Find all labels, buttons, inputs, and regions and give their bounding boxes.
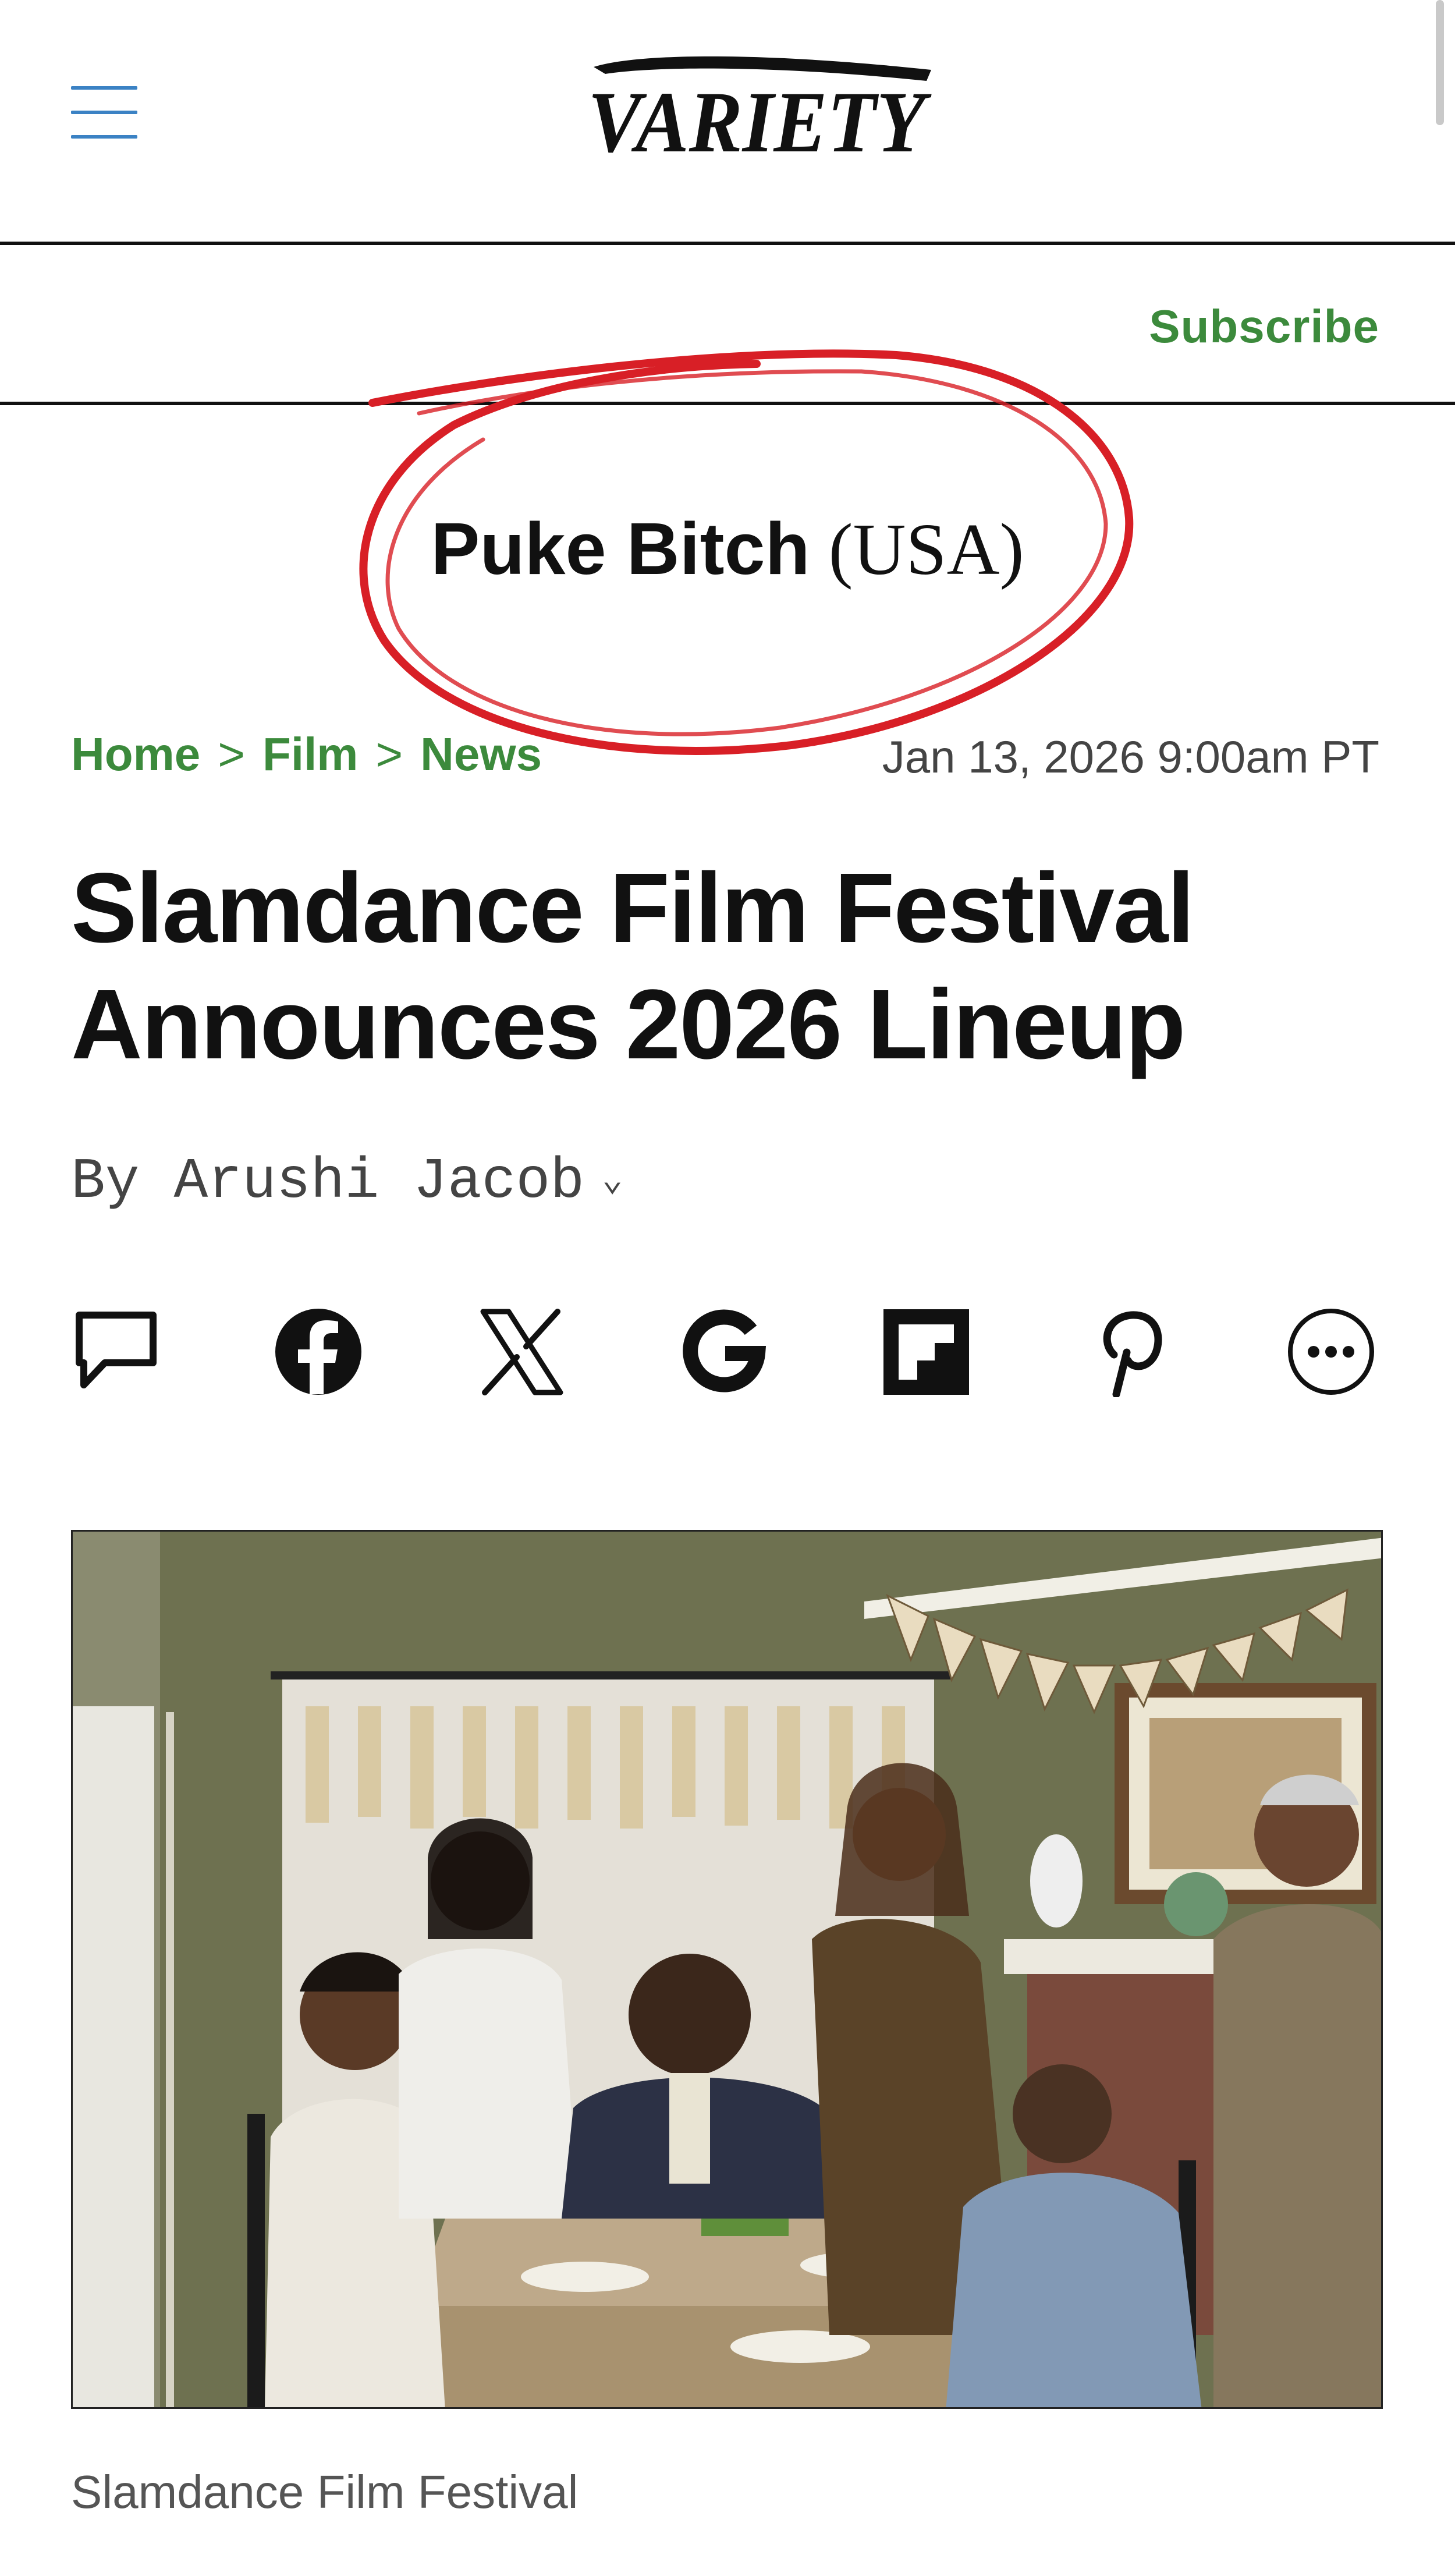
- header-divider: [0, 242, 1455, 245]
- author-name[interactable]: Arushi Jacob: [173, 1150, 584, 1214]
- breadcrumb-separator: >: [218, 728, 245, 780]
- byline[interactable]: By Arushi Jacob ⌄: [71, 1150, 623, 1214]
- breadcrumb-news[interactable]: News: [420, 728, 542, 780]
- more-icon[interactable]: [1286, 1307, 1376, 1397]
- tag-bold-text: Puke Bitch: [431, 508, 810, 590]
- flipboard-icon[interactable]: [881, 1307, 971, 1397]
- hamburger-menu-icon[interactable]: [71, 86, 137, 139]
- scrollbar-thumb[interactable]: [1436, 0, 1444, 125]
- breadcrumb-separator: >: [375, 728, 403, 780]
- annotated-tag: Puke Bitch (USA): [0, 506, 1455, 592]
- google-icon[interactable]: [679, 1307, 769, 1397]
- breadcrumb: Home > Film > News: [71, 728, 542, 781]
- chevron-down-icon[interactable]: ⌄: [602, 1161, 623, 1201]
- article-title: Slamdance Film Festival Announces 2026 L…: [71, 853, 1195, 1080]
- subscribe-button[interactable]: Subscribe: [1149, 300, 1379, 353]
- birthday-dinner-photo: [73, 1532, 1381, 2407]
- breadcrumb-film[interactable]: Film: [262, 728, 358, 780]
- facebook-icon[interactable]: [274, 1307, 364, 1397]
- tag-serif-text: (USA): [828, 509, 1024, 590]
- pinterest-icon[interactable]: [1084, 1307, 1174, 1397]
- variety-logo[interactable]: VARIETY: [570, 55, 943, 166]
- comment-icon[interactable]: [71, 1307, 161, 1397]
- subscribe-divider: [0, 402, 1455, 405]
- logo-text: VARIETY: [588, 74, 932, 166]
- breadcrumb-home[interactable]: Home: [71, 728, 200, 780]
- hero-image: [71, 1530, 1383, 2409]
- x-icon[interactable]: [476, 1307, 566, 1397]
- image-caption: Slamdance Film Festival: [71, 2466, 579, 2518]
- publish-date: Jan 13, 2026 9:00am PT: [882, 731, 1379, 782]
- byline-prefix: By: [71, 1150, 140, 1214]
